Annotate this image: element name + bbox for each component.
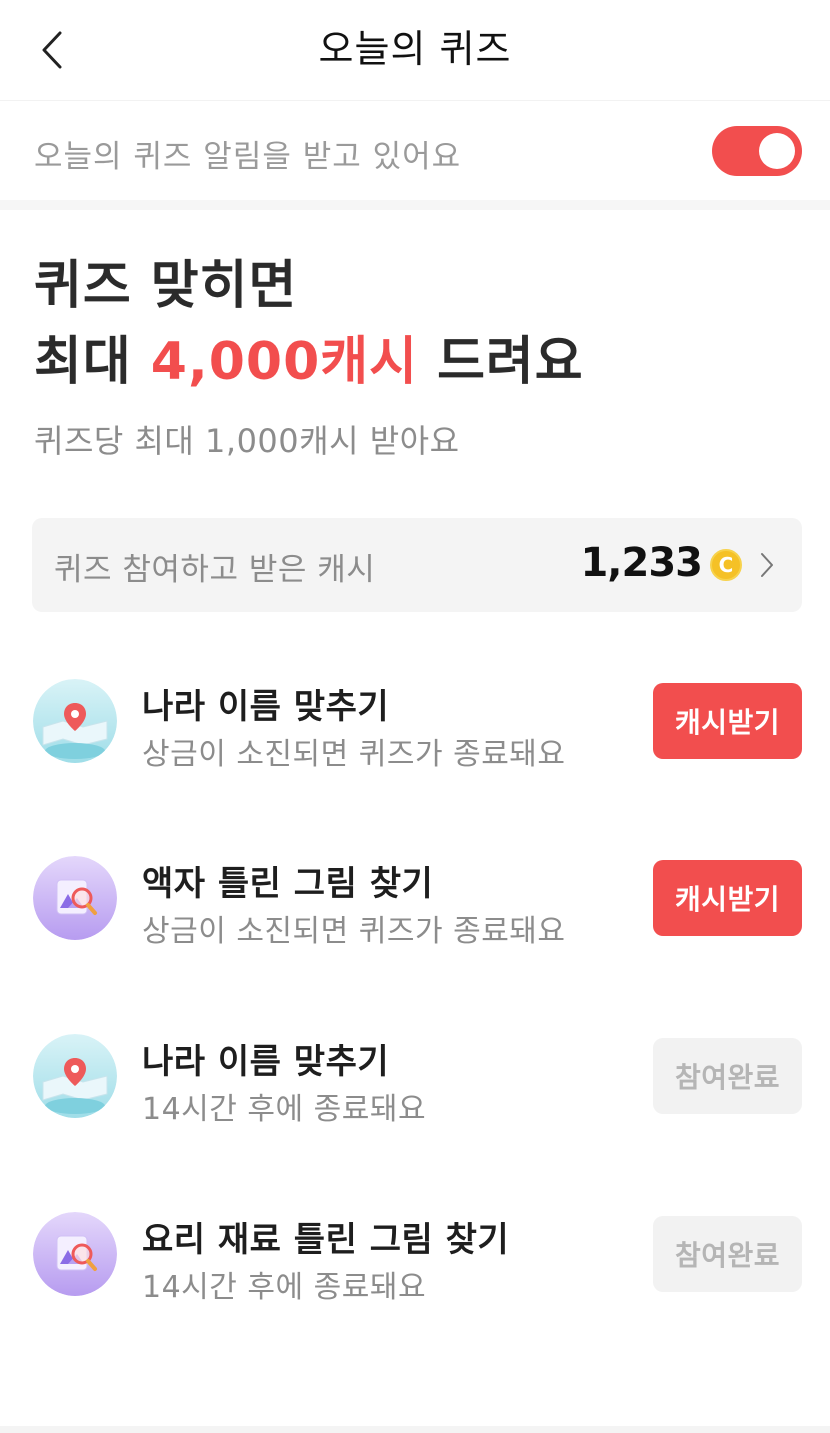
- quiz-title: 액자 틀린 그림 찾기: [142, 864, 434, 904]
- bottom-divider: [0, 1426, 830, 1433]
- get-cash-button[interactable]: 캐시받기: [653, 683, 802, 759]
- quiz-title: 나라 이름 맞추기: [142, 1042, 390, 1082]
- coin-icon: C: [710, 549, 742, 581]
- page-title: 오늘의 퀴즈: [318, 27, 512, 71]
- notification-label: 오늘의 퀴즈 알림을 받고 있어요: [34, 139, 462, 175]
- section-divider: [0, 200, 830, 210]
- earned-cash-value: 1,233: [580, 540, 703, 586]
- completed-button[interactable]: 참여완료: [653, 1038, 802, 1114]
- chevron-right-icon: [761, 553, 773, 577]
- earned-cash-card[interactable]: 퀴즈 참여하고 받은 캐시 1,233 C: [32, 518, 802, 612]
- quiz-item: 요리 재료 틀린 그림 찾기 14시간 후에 종료돼요 참여완료: [0, 1212, 830, 1342]
- map-pin-icon: [33, 1034, 117, 1118]
- hero-prefix: 최대: [34, 332, 151, 392]
- quiz-title: 요리 재료 틀린 그림 찾기: [142, 1220, 510, 1260]
- notification-toggle[interactable]: [712, 126, 802, 176]
- map-pin-icon: [33, 679, 117, 763]
- quiz-subtitle: 14시간 후에 종료돼요: [142, 1270, 427, 1305]
- quiz-item: 나라 이름 맞추기 상금이 소진되면 퀴즈가 종료돼요 캐시받기: [0, 679, 830, 809]
- hero-suffix: 드려요: [417, 332, 584, 392]
- quiz-subtitle: 상금이 소진되면 퀴즈가 종료돼요: [142, 737, 566, 772]
- quiz-item: 나라 이름 맞추기 14시간 후에 종료돼요 참여완료: [0, 1034, 830, 1164]
- hero-line-2: 최대 4,000캐시 드려요: [34, 324, 584, 400]
- quiz-subtitle: 상금이 소진되면 퀴즈가 종료돼요: [142, 914, 566, 949]
- quiz-item: 액자 틀린 그림 찾기 상금이 소진되면 퀴즈가 종료돼요 캐시받기: [0, 856, 830, 986]
- quiz-title: 나라 이름 맞추기: [142, 687, 390, 727]
- get-cash-button[interactable]: 캐시받기: [653, 860, 802, 936]
- notification-bar: 오늘의 퀴즈 알림을 받고 있어요: [0, 100, 830, 200]
- completed-button[interactable]: 참여완료: [653, 1216, 802, 1292]
- hero-line-1: 퀴즈 맞히면: [34, 256, 298, 316]
- quiz-subtitle: 14시간 후에 종료돼요: [142, 1092, 427, 1127]
- earned-cash-label: 퀴즈 참여하고 받은 캐시: [54, 552, 376, 588]
- hero-accent-amount: 4,000캐시: [150, 332, 418, 392]
- hero-subtitle: 퀴즈당 최대 1,000캐시 받아요: [34, 422, 460, 460]
- top-bar: 오늘의 퀴즈: [0, 0, 830, 100]
- picture-magnifier-icon: [33, 1212, 117, 1296]
- toggle-knob: [759, 133, 795, 169]
- picture-magnifier-icon: [33, 856, 117, 940]
- hero-heading: 퀴즈 맞히면 최대 4,000캐시 드려요: [34, 248, 584, 400]
